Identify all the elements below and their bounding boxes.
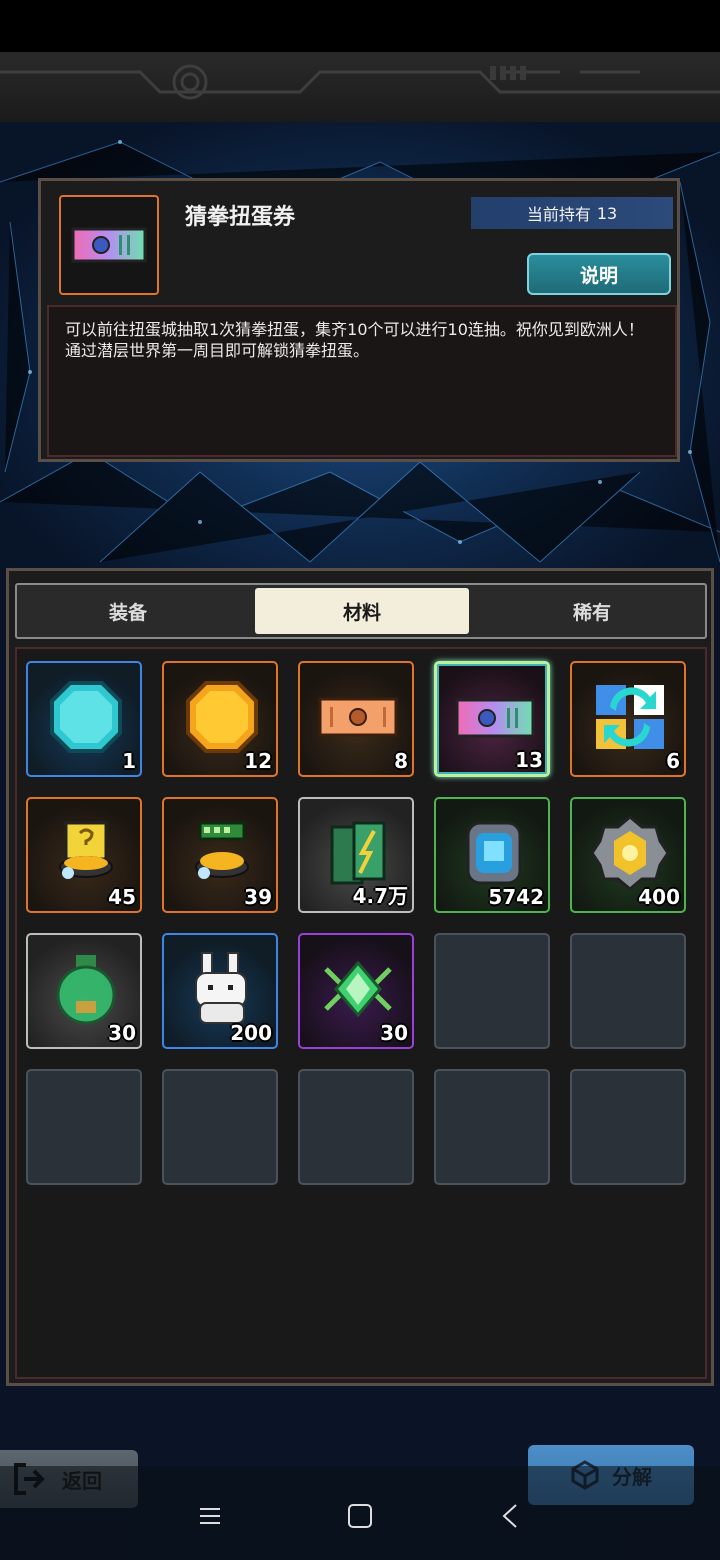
inventory-slot[interactable]: 12	[162, 661, 278, 777]
inventory-slot[interactable]: 8	[298, 661, 414, 777]
home-icon[interactable]	[340, 1496, 380, 1536]
empty-slot[interactable]	[26, 1069, 142, 1185]
empty-slot[interactable]	[434, 1069, 550, 1185]
slot-count: 30	[380, 1021, 408, 1045]
gold-gear-core-icon	[590, 815, 670, 891]
inventory-grid: 1 12 8 13 6 45 39 4.7万 5742 400 30 200 3…	[15, 647, 707, 1379]
top-decor-panel	[0, 52, 720, 124]
slot-count: 13	[515, 748, 543, 772]
inventory-slot[interactable]: 400	[570, 797, 686, 913]
inventory-slot[interactable]: 30	[298, 933, 414, 1049]
tab-equipment[interactable]: 装备	[21, 588, 235, 634]
cycle-puzzle-icon	[596, 685, 664, 749]
green-potion-jar-icon	[56, 955, 116, 1025]
inventory-slot[interactable]: 200	[162, 933, 278, 1049]
slot-count: 4.7万	[352, 884, 408, 908]
gold-box-icon	[59, 821, 113, 879]
chip-box-icon	[195, 821, 249, 879]
status-bar	[0, 0, 720, 52]
explain-button[interactable]: 说明	[527, 253, 671, 295]
inventory-slot[interactable]: 1	[26, 661, 142, 777]
tab-materials[interactable]: 材料	[255, 588, 469, 634]
empty-slot[interactable]	[434, 933, 550, 1049]
item-name: 猜拳扭蛋券	[185, 205, 296, 230]
inventory-slot-selected[interactable]: 13	[434, 661, 550, 777]
item-detail-card: 猜拳扭蛋券 当前持有 13 说明 可以前往扭蛋城抽取1次猜拳扭蛋，集齐10个可以…	[38, 178, 680, 462]
orange-ticket-icon	[318, 697, 398, 737]
inventory-slot[interactable]: 5742	[434, 797, 550, 913]
slot-count: 400	[638, 885, 680, 909]
item-description: 可以前往扭蛋城抽取1次猜拳扭蛋，集齐10个可以进行10连抽。祝你见到欧洲人！通过…	[47, 305, 677, 457]
empty-slot[interactable]	[570, 933, 686, 1049]
empty-slot[interactable]	[570, 1069, 686, 1185]
item-preview	[59, 195, 159, 295]
empty-slot[interactable]	[298, 1069, 414, 1185]
inventory-slot[interactable]: 30	[26, 933, 142, 1049]
slot-count: 8	[394, 749, 408, 773]
inventory-panel: 装备 材料 稀有 1 12 8 13 6 45 39 4.7万 5742 400…	[6, 568, 714, 1386]
rainbow-ticket-icon	[71, 227, 147, 263]
slot-count: 6	[666, 749, 680, 773]
empty-slot[interactable]	[162, 1069, 278, 1185]
slot-count: 12	[244, 749, 272, 773]
system-nav-bar	[0, 1466, 720, 1560]
inventory-slot[interactable]: 39	[162, 797, 278, 913]
slot-count: 1	[122, 749, 136, 773]
inventory-slot[interactable]: 45	[26, 797, 142, 913]
white-bunny-icon	[195, 952, 247, 1024]
rainbow-ticket-icon	[455, 698, 535, 738]
holding-count: 13	[596, 203, 618, 223]
gold-coin-icon	[186, 681, 258, 753]
inventory-slot[interactable]: 4.7万	[298, 797, 414, 913]
slot-count: 30	[108, 1021, 136, 1045]
menu-icon[interactable]	[190, 1496, 230, 1536]
inventory-slot[interactable]: 6	[570, 661, 686, 777]
holding-count-badge: 当前持有 13	[471, 197, 673, 229]
slot-count: 39	[244, 885, 272, 909]
circuit-decor-icon	[0, 64, 720, 100]
slot-count: 200	[230, 1021, 272, 1045]
blue-core-icon	[466, 821, 522, 885]
tab-rare[interactable]: 稀有	[485, 588, 699, 634]
category-tabs: 装备 材料 稀有	[15, 583, 707, 639]
slot-count: 45	[108, 885, 136, 909]
slot-count: 5742	[488, 885, 544, 909]
cyan-gem-icon	[50, 681, 122, 753]
green-crystal-icon	[324, 960, 392, 1018]
holding-label: 当前持有	[526, 205, 591, 224]
back-arrow-icon[interactable]	[490, 1496, 530, 1536]
